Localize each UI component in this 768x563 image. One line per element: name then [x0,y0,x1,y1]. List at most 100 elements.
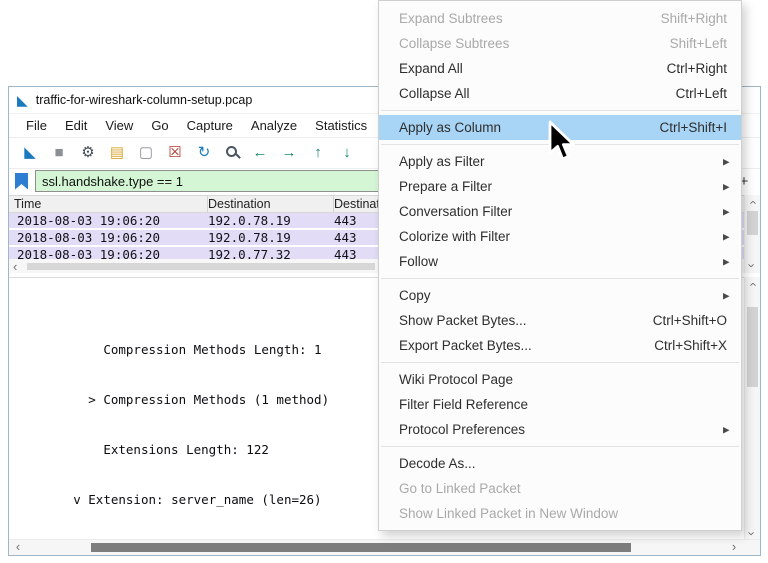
scroll-down-icon[interactable]: › [746,263,759,267]
save-capture-icon[interactable]: ▢ [137,144,155,162]
menu-item-collapse-all[interactable]: Collapse All Ctrl+Left [379,81,741,106]
scrollbar-thumb[interactable] [747,211,758,235]
tree-indent [13,492,73,507]
window-title: traffic-for-wireshark-column-setup.pcap [36,93,253,107]
menu-item-collapse-subtrees: Collapse Subtrees Shift+Left [379,31,741,56]
detail-pane-horizontal-scrollbar[interactable]: ‹ › [9,539,760,555]
tree-text: Compression Methods Length: 1 [103,342,321,357]
menu-item-shortcut: Ctrl+Shift+O [653,313,733,328]
mouse-cursor [548,120,588,166]
go-last-packet-icon[interactable]: ↓ [338,144,356,162]
menu-item-export-packet-bytes[interactable]: Export Packet Bytes... Ctrl+Shift+X [379,333,741,358]
menu-item-shortcut: Ctrl+Left [676,86,733,101]
scroll-left-icon[interactable]: ‹ [13,259,17,274]
menu-item-shortcut: Ctrl+Shift+X [654,338,733,353]
menu-item-conversation-filter[interactable]: Conversation Filter ▶ [379,199,741,224]
submenu-arrow-icon: ▶ [723,425,729,435]
tree-expander-icon[interactable]: > [88,392,103,407]
menu-item-label: Show Packet Bytes... [399,313,527,328]
cell-destination[interactable]: 192.0.78.19 [208,213,291,228]
menu-item-label: Apply as Filter [399,154,485,169]
detail-pane-vertical-scrollbar[interactable]: › › [744,277,760,541]
menu-item-label: Collapse Subtrees [399,36,509,51]
cell-destination[interactable]: 192.0.77.32 [208,247,291,259]
bookmark-icon[interactable] [15,173,28,190]
screen: ◣ traffic-for-wireshark-column-setup.pca… [0,0,768,563]
cell-destination[interactable]: 192.0.78.19 [208,230,291,245]
capture-options-icon[interactable]: ⚙ [79,144,97,162]
scroll-up-icon[interactable]: › [746,282,759,286]
menu-item-shortcut: Shift+Right [661,11,733,26]
menu-view[interactable]: View [96,118,142,133]
cell-destination-port[interactable]: 443 [334,213,357,228]
packet-list-vertical-scrollbar[interactable]: › › [744,195,760,273]
menu-item-go-to-linked-packet: Go to Linked Packet [379,476,741,501]
reload-icon[interactable]: ↻ [195,144,213,162]
cell-time[interactable]: 2018-08-03 19:06:20 [17,230,160,245]
menu-separator [381,446,739,447]
go-forward-icon[interactable]: → [280,144,298,162]
menu-item-shortcut: Ctrl+Right [667,61,733,76]
tree-text: Extensions Length: 122 [103,442,269,457]
menu-item-decode-as[interactable]: Decode As... [379,451,741,476]
submenu-arrow-icon: ▶ [723,291,729,301]
menu-item-show-packet-bytes[interactable]: Show Packet Bytes... Ctrl+Shift+O [379,308,741,333]
submenu-arrow-icon: ▶ [723,157,729,167]
tree-line[interactable]: > Compression Methods (1 method) [13,390,374,410]
tree-text: Extension: server_name (len=26) [88,492,321,507]
scrollbar-thumb[interactable] [747,307,758,387]
menu-item-protocol-preferences[interactable]: Protocol Preferences ▶ [379,417,741,442]
tree-line[interactable]: v Extension: server_name (len=26) [13,490,374,510]
tree-line[interactable]: Extensions Length: 122 [13,440,374,460]
menu-item-colorize-with-filter[interactable]: Colorize with Filter ▶ [379,224,741,249]
menu-item-prepare-a-filter[interactable]: Prepare a Filter ▶ [379,174,741,199]
scrollbar-thumb[interactable] [91,543,631,552]
cell-destination-port[interactable]: 443 [334,247,357,259]
stop-capture-icon[interactable]: ■ [50,144,68,162]
detail-tree: Compression Methods Length: 1 > Compress… [13,310,374,539]
column-header-destination[interactable]: Destination [203,196,334,212]
menu-item-wiki-protocol-page[interactable]: Wiki Protocol Page [379,367,741,392]
wireshark-app-icon: ◣ [17,93,28,107]
scrollbar-thumb[interactable] [27,263,375,270]
menu-item-label: Colorize with Filter [399,229,510,244]
scroll-left-icon[interactable]: ‹ [16,540,20,554]
menu-file[interactable]: File [17,118,56,133]
start-capture-icon[interactable]: ◣ [21,144,39,162]
column-header-time[interactable]: Time [9,196,208,212]
go-first-packet-icon[interactable]: ↑ [309,144,327,162]
menu-item-label: Protocol Preferences [399,422,525,437]
open-capture-icon[interactable]: ▤ [108,144,126,162]
menu-item-label: Collapse All [399,86,470,101]
menu-item-label: Follow [399,254,438,269]
menu-item-label: Wiki Protocol Page [399,372,513,387]
menu-statistics[interactable]: Statistics [306,118,376,133]
cell-destination-port[interactable]: 443 [334,230,357,245]
menu-item-label: Expand Subtrees [399,11,503,26]
scroll-up-icon[interactable]: › [746,200,759,204]
menu-analyze[interactable]: Analyze [242,118,306,133]
menu-item-label: Prepare a Filter [399,179,492,194]
cell-time[interactable]: 2018-08-03 19:06:20 [17,247,160,259]
menu-item-show-linked-packet-new-window: Show Linked Packet in New Window [379,501,741,526]
menu-item-follow[interactable]: Follow ▶ [379,249,741,274]
menu-item-expand-all[interactable]: Expand All Ctrl+Right [379,56,741,81]
menu-item-shortcut: Ctrl+Shift+I [659,120,733,135]
menu-edit[interactable]: Edit [56,118,96,133]
menu-item-copy[interactable]: Copy ▶ [379,283,741,308]
scroll-right-icon[interactable]: › [732,540,736,554]
tree-line[interactable]: Compression Methods Length: 1 [13,340,374,360]
go-back-icon[interactable]: ← [251,144,269,162]
submenu-arrow-icon: ▶ [723,207,729,217]
cell-time[interactable]: 2018-08-03 19:06:20 [17,213,160,228]
tree-indent [13,442,103,457]
menu-item-label: Copy [399,288,431,303]
menu-go[interactable]: Go [142,118,177,133]
scroll-down-icon[interactable]: › [746,531,759,535]
tree-expander-icon[interactable]: v [73,492,88,507]
menu-capture[interactable]: Capture [178,118,242,133]
menu-item-filter-field-reference[interactable]: Filter Field Reference [379,392,741,417]
find-packet-icon[interactable] [224,144,240,162]
menu-item-label: Export Packet Bytes... [399,338,532,353]
close-capture-icon[interactable]: ☒ [166,144,184,162]
